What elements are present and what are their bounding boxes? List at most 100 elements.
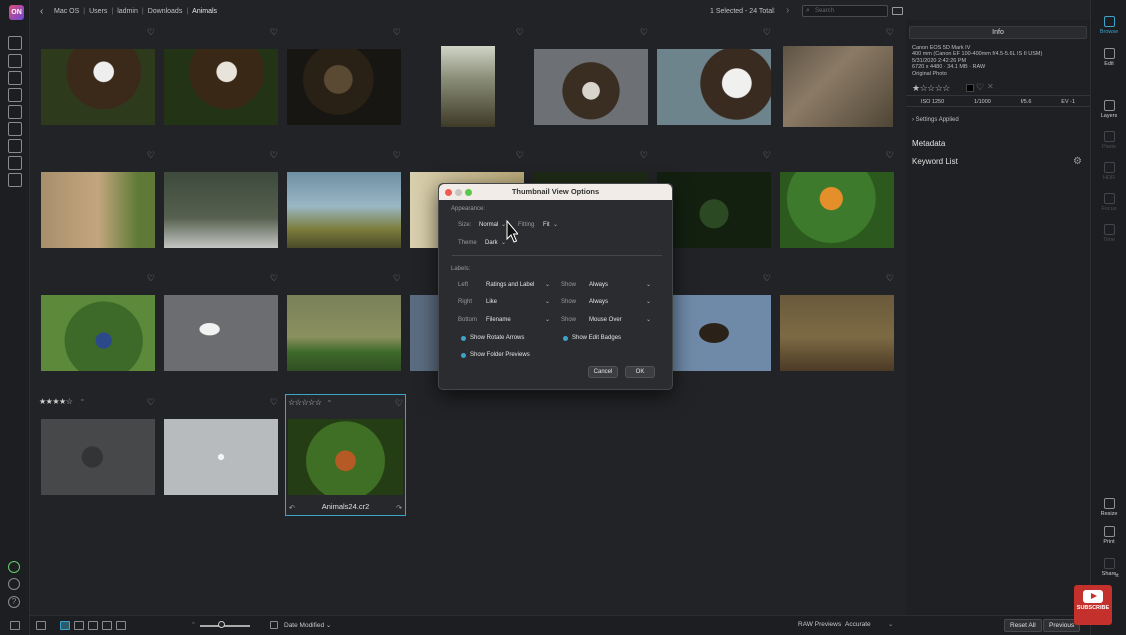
heart-icon[interactable]: ♡ [393, 150, 401, 161]
heart-icon[interactable]: ♡ [886, 273, 894, 284]
albums-icon[interactable] [8, 139, 22, 153]
settings-applied-toggle[interactable]: › Settings Applied [912, 117, 959, 123]
resize-tool[interactable]: Resize [1091, 498, 1126, 517]
ok-button[interactable]: OK [625, 366, 655, 378]
heart-icon[interactable]: ♡ [393, 27, 401, 38]
thumbnail-cell[interactable]: ♡ [778, 150, 896, 268]
thumbnail-cell[interactable]: ♡ [285, 27, 403, 145]
color-label-swatch[interactable] [966, 84, 974, 92]
filmstrip-view-icon[interactable] [88, 621, 98, 630]
back-arrow-icon[interactable]: ‹ [40, 6, 43, 17]
thumbnail-size-slider[interactable] [200, 625, 250, 627]
computer-icon[interactable] [8, 54, 22, 68]
hdr-tool[interactable]: HDR [1091, 162, 1126, 181]
show-rotate-arrows-checkbox[interactable] [461, 336, 466, 341]
show-edit-badges-checkbox[interactable] [563, 336, 568, 341]
thumbnail-cell[interactable]: ♡ [39, 150, 157, 268]
close-window-button[interactable] [445, 189, 452, 196]
right-label-select[interactable]: Like [486, 299, 497, 305]
breadcrumb-item[interactable]: Mac OS [52, 8, 81, 15]
right-show-select[interactable]: Always [589, 299, 608, 305]
panel-toggle-icon[interactable] [10, 621, 20, 630]
rating-stars[interactable]: ★★★★☆ [39, 397, 73, 406]
thumbnail-cell[interactable]: ♡ [162, 150, 280, 268]
prev-arrow-icon[interactable]: ‹ [772, 5, 775, 16]
single-view-icon[interactable] [74, 621, 84, 630]
rotate-right-icon[interactable]: ↷ [396, 504, 402, 512]
drive-icon[interactable] [8, 105, 22, 119]
thumbnail-cell[interactable]: ★★★★☆ ▫ ♡ [39, 397, 157, 515]
thumbnail-cell[interactable]: ♡ [778, 27, 896, 145]
light-icon[interactable] [8, 156, 22, 170]
target-icon[interactable] [8, 173, 22, 187]
heart-icon[interactable]: ♡ [640, 27, 648, 38]
size-select[interactable]: Normal [479, 222, 498, 228]
heart-icon[interactable]: ♡ [886, 27, 894, 38]
breadcrumb-item[interactable]: Downloads [146, 8, 185, 15]
export-tool[interactable]: rt [1099, 573, 1126, 579]
thumbnail-cell[interactable]: ♡ [39, 27, 157, 145]
add-icon[interactable] [8, 36, 22, 50]
edit-tool[interactable]: Edit [1091, 48, 1126, 67]
reject-icon[interactable]: ✕ [987, 82, 994, 91]
info-tab[interactable]: Info [909, 26, 1087, 39]
bottom-label-select[interactable]: Filename [486, 317, 511, 323]
fitting-select[interactable]: Fit [543, 222, 550, 228]
rating-stars[interactable]: ☆☆☆☆☆ [288, 398, 322, 407]
heart-icon[interactable]: ♡ [886, 150, 894, 161]
map-view-icon[interactable] [116, 621, 126, 630]
heart-icon[interactable]: ♡ [147, 397, 155, 408]
thumbnail-cell[interactable]: ♡ [39, 273, 157, 391]
heart-icon[interactable]: ♡ [516, 27, 524, 38]
help-icon[interactable]: ? [8, 596, 20, 608]
heart-icon[interactable]: ♡ [393, 273, 401, 284]
heart-icon[interactable]: ♡ [147, 27, 155, 38]
reset-all-button[interactable]: Reset All [1004, 619, 1042, 632]
left-show-select[interactable]: Always [589, 282, 608, 288]
camera-icon[interactable] [8, 71, 22, 85]
metadata-section[interactable]: Metadata [912, 139, 945, 148]
heart-icon[interactable]: ♡ [147, 150, 155, 161]
thumbnail-cell[interactable]: ♡ [408, 27, 526, 145]
time-tool[interactable]: Time [1091, 224, 1126, 243]
thumbnail-cell[interactable]: ♡ [285, 150, 403, 268]
like-heart-icon[interactable]: ♡ [976, 82, 984, 93]
left-label-select[interactable]: Ratings and Label [486, 282, 534, 288]
keyword-list-section[interactable]: Keyword List [912, 157, 958, 166]
filmstrip-icon[interactable] [36, 621, 46, 630]
sort-dropdown[interactable]: Date Modified ⌄ [284, 621, 331, 629]
next-arrow-icon[interactable]: › [786, 5, 789, 16]
search-input[interactable]: ⌕ Search [802, 5, 888, 17]
cancel-button[interactable]: Cancel [588, 366, 618, 378]
layers-tool[interactable]: Layers [1091, 100, 1126, 119]
bottom-show-select[interactable]: Mouse Over [589, 317, 622, 323]
focus-tool[interactable]: Focus [1091, 193, 1126, 212]
theme-select[interactable]: Dark [485, 240, 498, 246]
breadcrumb-item[interactable]: ladmin [115, 8, 140, 15]
heart-icon[interactable]: ♡ [516, 150, 524, 161]
people-icon[interactable] [8, 578, 20, 590]
cloud-icon[interactable] [8, 122, 22, 136]
thumbnail-cell-selected[interactable]: ☆☆☆☆☆ ▫ ♡ ↶ Animals24.cr2 ↷ [285, 394, 406, 516]
raw-previews-dropdown[interactable]: Accurate [845, 621, 871, 628]
thumbnail-cell[interactable]: ♡ [532, 27, 650, 145]
heart-icon[interactable]: ♡ [270, 273, 278, 284]
breadcrumb-current[interactable]: Animals [190, 8, 219, 15]
thumbnail-cell[interactable]: ♡ [162, 27, 280, 145]
heart-icon[interactable]: ♡ [763, 150, 771, 161]
print-tool[interactable]: Print [1091, 526, 1126, 545]
compare-view-icon[interactable] [102, 621, 112, 630]
grid-view-icon[interactable] [60, 621, 70, 630]
show-folder-previews-checkbox[interactable] [461, 353, 466, 358]
sync-status-icon[interactable] [8, 561, 20, 573]
heart-icon[interactable]: ♡ [763, 273, 771, 284]
minimize-window-button[interactable] [455, 189, 462, 196]
thumbnail-cell[interactable]: ♡ [285, 273, 403, 391]
folder-icon[interactable] [8, 88, 22, 102]
thumbnail-cell[interactable]: ♡ [778, 273, 896, 391]
heart-icon[interactable]: ♡ [147, 273, 155, 284]
heart-icon[interactable]: ♡ [270, 27, 278, 38]
panel-rating-stars[interactable]: ★☆☆☆☆ [912, 83, 950, 94]
folder-icon[interactable] [892, 7, 903, 15]
thumbnail-cell[interactable]: ♡ [162, 397, 280, 515]
